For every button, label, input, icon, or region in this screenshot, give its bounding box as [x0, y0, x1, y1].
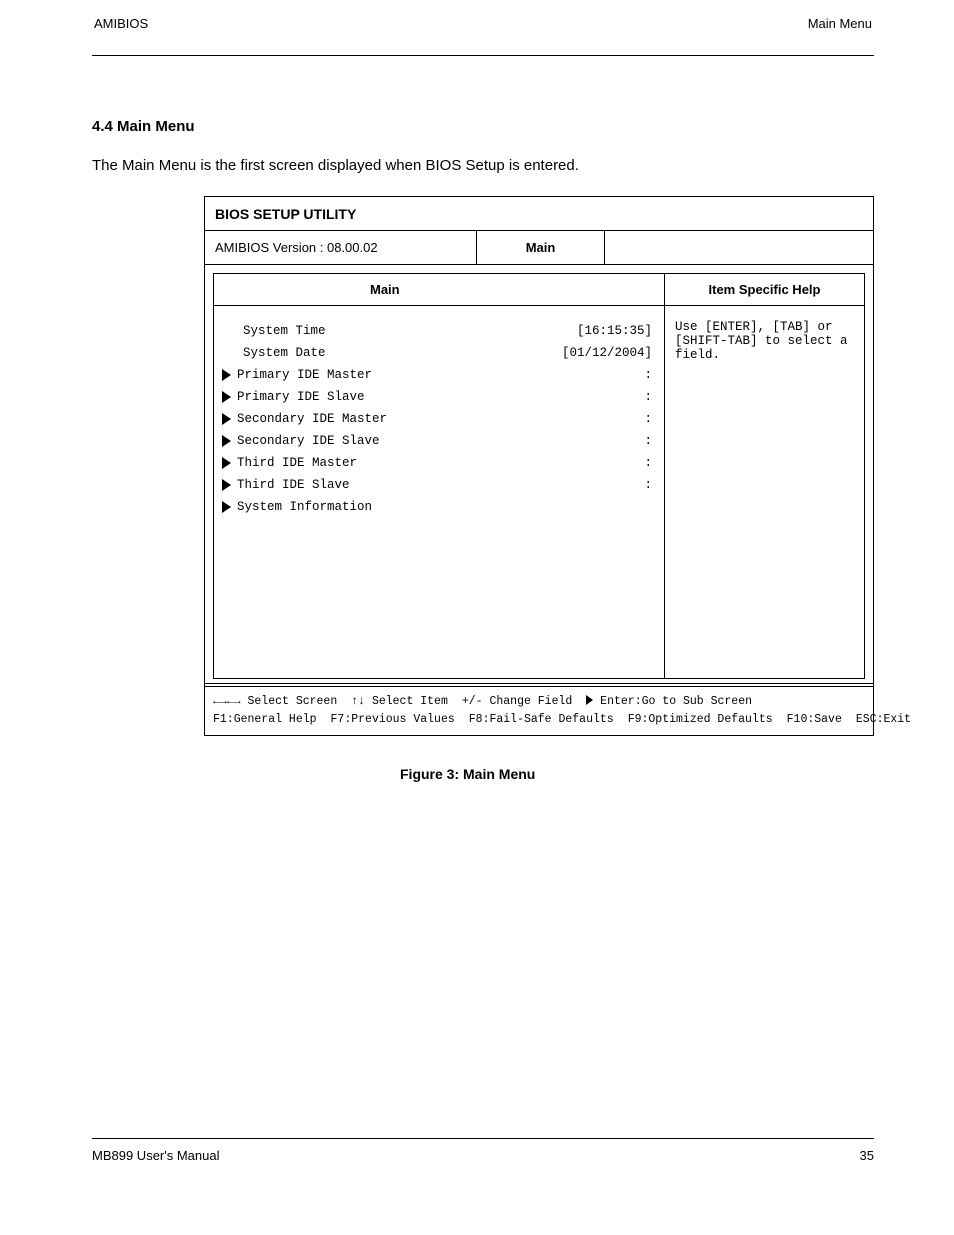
submenu-arrow-icon — [222, 435, 231, 447]
menu-item-label: Primary IDE Master — [237, 368, 372, 382]
nav-hint: ESC:Exit — [856, 711, 911, 729]
footer-page-number: 35 — [860, 1148, 874, 1163]
bios-body: Main System Time [16:15:35] System Date [01… — [205, 265, 873, 684]
header-right: Main Menu — [808, 16, 874, 31]
section-title: 4.4 Main Menu — [92, 118, 874, 135]
menu-item-label: System Information — [237, 500, 372, 514]
nav-hint: Enter:Go to Sub Screen — [586, 693, 752, 711]
bios-help-panel: Item Specific Help Use [ENTER], [TAB] or… — [665, 273, 865, 679]
footer-left: MB899 User's Manual — [92, 1148, 219, 1163]
bios-version-row: AMIBIOS Version : 08.00.02 Main — [205, 231, 873, 265]
submenu-arrow-icon — [222, 369, 231, 381]
menu-item: Third IDE Master: — [222, 452, 652, 474]
bios-version-text: AMIBIOS Version : 08.00.02 — [205, 231, 477, 264]
submenu-arrow-icon — [222, 413, 231, 425]
bios-figure: BIOS SETUP UTILITY AMIBIOS Version : 08.… — [204, 196, 874, 736]
nav-hint: ←→←→ Select Screen — [213, 693, 337, 711]
menu-item-label: Third IDE Master — [237, 456, 357, 470]
menu-item: Primary IDE Slave: — [222, 386, 652, 408]
submenu-arrow-icon — [222, 501, 231, 513]
menu-item-value: [01/12/2004] — [562, 346, 652, 360]
bios-nav-row: ←→←→ Select Screen ↑↓ Select Item +/- Chan… — [205, 687, 873, 735]
nav-hint: F7:Previous Values — [331, 711, 455, 729]
bios-tab-main: Main — [477, 231, 605, 264]
submenu-arrow-icon — [222, 457, 231, 469]
nav-line-2: F1:General Help F7:Previous Values F8:Fail… — [213, 711, 865, 729]
menu-item-value: [16:15:35] — [577, 324, 652, 338]
section-description: The Main Menu is the first screen displa… — [92, 157, 874, 174]
bios-menu-list: System Time [16:15:35] System Date [01/12/2… — [214, 306, 664, 518]
nav-hint: +/- Change Field — [462, 693, 572, 711]
top-horizontal-rule — [92, 55, 874, 56]
nav-arrow-icon — [586, 695, 593, 705]
bios-utility-title: BIOS SETUP UTILITY — [205, 197, 873, 231]
nav-hint: F8:Fail-Safe Defaults — [469, 711, 614, 729]
menu-item: Secondary IDE Slave: — [222, 430, 652, 452]
bottom-horizontal-rule — [92, 1138, 874, 1139]
menu-item-label: Secondary IDE Slave — [237, 434, 380, 448]
menu-item: System Information — [222, 496, 652, 518]
menu-item: Secondary IDE Master: — [222, 408, 652, 430]
help-panel-heading: Item Specific Help — [665, 274, 864, 306]
menu-item-value: : — [644, 412, 652, 426]
menu-item-value: : — [644, 456, 652, 470]
menu-item-label: System Time — [243, 324, 326, 338]
nav-hint: F10:Save — [787, 711, 842, 729]
menu-item-value: : — [644, 478, 652, 492]
menu-item-value: : — [644, 434, 652, 448]
menu-item-value: : — [644, 390, 652, 404]
submenu-arrow-icon — [222, 479, 231, 491]
nav-hint: ↑↓ Select Item — [351, 693, 448, 711]
help-panel-body: Use [ENTER], [TAB] or [SHIFT-TAB] to sel… — [665, 306, 864, 362]
header-left: AMIBIOS — [92, 16, 148, 31]
menu-item-label: Third IDE Slave — [237, 478, 350, 492]
menu-item: Third IDE Slave: — [222, 474, 652, 496]
nav-hint: F9:Optimized Defaults — [628, 711, 773, 729]
menu-item-label: Secondary IDE Master — [237, 412, 387, 426]
bios-version-right — [605, 231, 873, 264]
menu-item: System Time [16:15:35] — [222, 320, 652, 342]
menu-item-label: System Date — [243, 346, 326, 360]
menu-item: Primary IDE Master: — [222, 364, 652, 386]
page-header: AMIBIOS Main Menu — [92, 16, 874, 31]
main-panel-heading: Main — [214, 274, 664, 306]
figure-caption: Figure 3: Main Menu — [204, 766, 874, 782]
menu-item-label: Primary IDE Slave — [237, 390, 365, 404]
submenu-arrow-icon — [222, 391, 231, 403]
bios-main-panel: Main System Time [16:15:35] System Date [01… — [213, 273, 665, 679]
menu-item: System Date [01/12/2004] — [222, 342, 652, 364]
nav-hint: F1:General Help — [213, 711, 317, 729]
menu-item-value: : — [644, 368, 652, 382]
page-footer: MB899 User's Manual 35 — [92, 1148, 874, 1163]
nav-line-1: ←→←→ Select Screen ↑↓ Select Item +/- Chan… — [213, 693, 865, 711]
